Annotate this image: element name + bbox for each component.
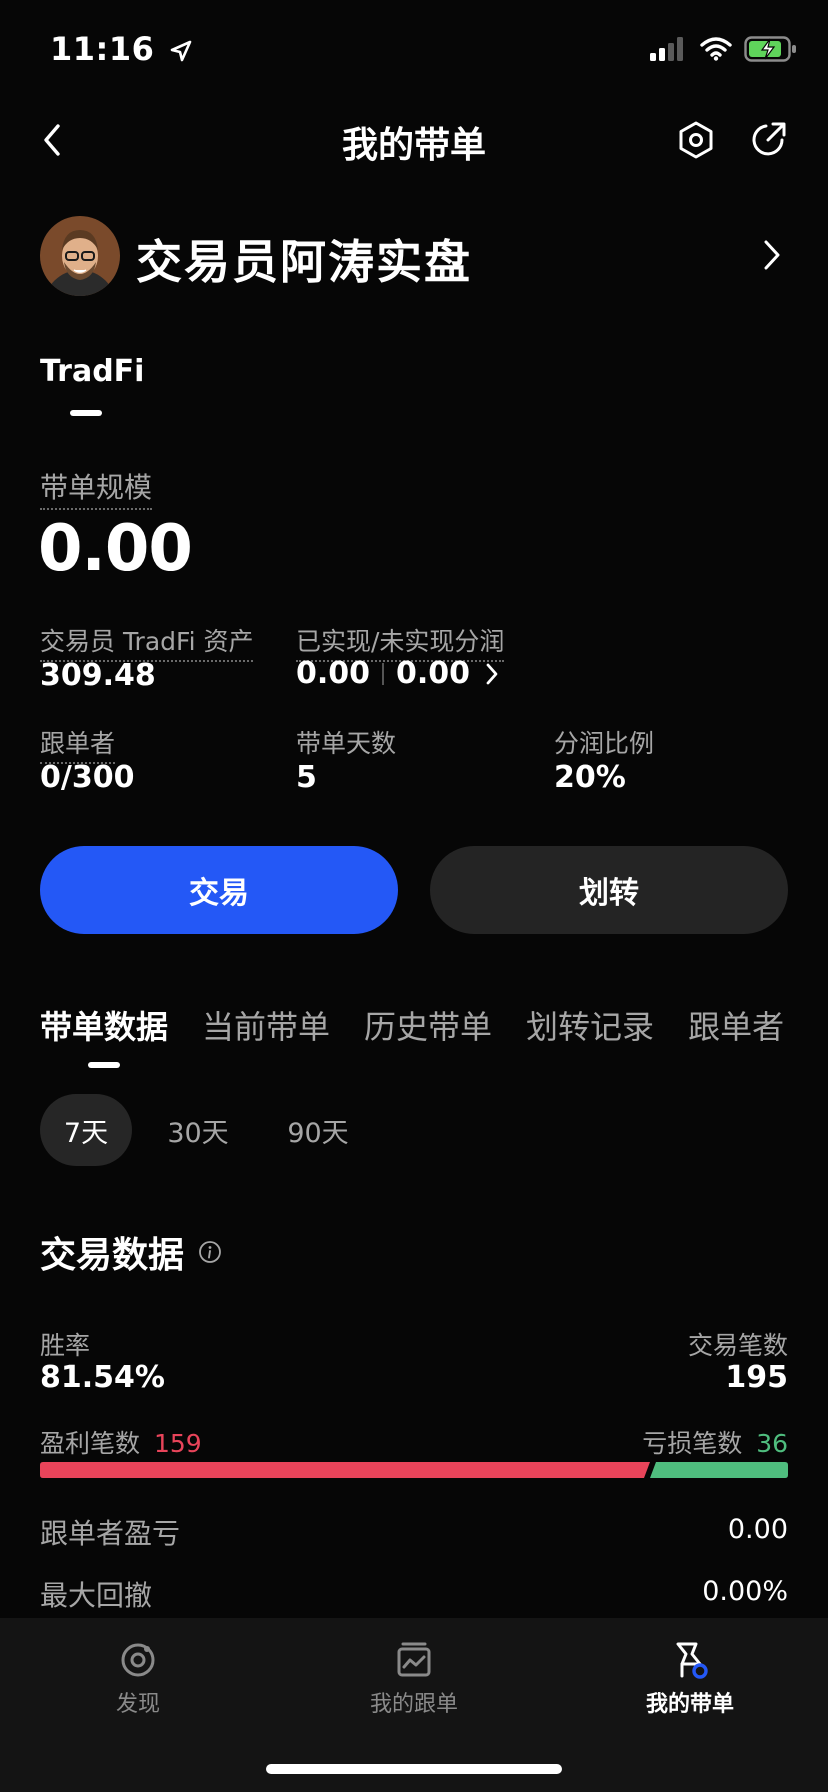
period-7d[interactable]: 7天 xyxy=(40,1094,132,1166)
trade-data-section-title: 交易数据 xyxy=(40,1226,222,1278)
discover-icon xyxy=(121,1643,155,1677)
battery-charging-icon xyxy=(744,36,796,62)
follower-pnl-label: 跟单者盈亏 xyxy=(40,1517,181,1550)
trade-count-label: 交易笔数 xyxy=(687,1331,788,1360)
cellular-signal-icon xyxy=(650,37,683,61)
tab-current-lead[interactable]: 当前带单 xyxy=(202,1002,330,1048)
tabbar-my-lead-label: 我的带单 xyxy=(645,1692,734,1717)
follower-pnl-value: 0.00 xyxy=(727,1514,788,1545)
share-icon xyxy=(752,122,786,156)
avatar-portrait-icon xyxy=(40,216,120,296)
share-ratio-value: 20% xyxy=(554,760,626,795)
chevron-right-icon xyxy=(764,240,780,270)
trader-assets-value: 309.48 xyxy=(40,658,156,693)
tab-lead-data[interactable]: 带单数据 xyxy=(40,1002,168,1048)
profit-divider xyxy=(382,662,385,685)
tab-followers[interactable]: 跟单者 xyxy=(688,1002,784,1048)
wifi-icon xyxy=(700,37,732,61)
lead-days-label: 带单天数 xyxy=(296,729,397,758)
max-drawdown-value: 0.00% xyxy=(702,1576,788,1607)
loss-trades-value: 36 xyxy=(756,1429,788,1458)
profit-trades-value: 159 xyxy=(153,1429,202,1458)
unrealized-profit-value: 0.00 xyxy=(396,656,471,691)
app-root: 11:16 我的带单 交易员阿涛实盘 TradFi 带单规模 0.00 交易员 … xyxy=(0,0,828,1792)
scale-label[interactable]: 带单规模 xyxy=(40,466,153,510)
trader-assets-label[interactable]: 交易员 TradFi 资产 xyxy=(40,622,254,662)
trade-button[interactable]: 交易 xyxy=(40,846,398,934)
avatar[interactable] xyxy=(40,216,120,296)
loss-bar-segment xyxy=(650,1462,788,1478)
tab-history-lead[interactable]: 历史带单 xyxy=(364,1002,492,1048)
status-icons xyxy=(650,36,798,62)
loss-trades-label: 亏损笔数 xyxy=(642,1429,743,1458)
period-90d[interactable]: 90天 xyxy=(270,1094,366,1166)
copy-trading-icon xyxy=(397,1642,431,1677)
trader-name[interactable]: 交易员阿涛实盘 xyxy=(136,226,472,292)
chevron-right-icon xyxy=(486,663,498,684)
tab-transfer-records[interactable]: 划转记录 xyxy=(526,1002,654,1048)
win-rate-label: 胜率 xyxy=(40,1331,91,1360)
tabbar-discover-label: 发现 xyxy=(115,1692,160,1717)
followers-label[interactable]: 跟单者 xyxy=(40,724,116,764)
transfer-button[interactable]: 划转 xyxy=(430,846,788,934)
followers-value: 0/300 xyxy=(40,760,135,795)
tabbar-my-copy-label: 我的跟单 xyxy=(369,1692,458,1717)
max-drawdown-label: 最大回撤 xyxy=(40,1579,153,1612)
info-icon[interactable] xyxy=(198,1240,222,1264)
home-indicator xyxy=(266,1764,562,1774)
realized-profit-value: 0.00 xyxy=(296,656,371,691)
tab-tradfi[interactable]: TradFi xyxy=(40,354,144,389)
win-loss-ratio-bar xyxy=(40,1462,788,1478)
location-arrow-icon xyxy=(170,40,192,62)
profit-bar-segment xyxy=(40,1462,650,1478)
trade-data-title: 交易数据 xyxy=(40,1235,185,1276)
profit-share-values[interactable]: 0.00 0.00 xyxy=(296,656,502,691)
settings-hexagon-icon xyxy=(679,121,713,159)
share-ratio-label: 分润比例 xyxy=(554,729,655,758)
lead-days-value: 5 xyxy=(296,760,317,795)
share-button[interactable] xyxy=(746,118,790,162)
scale-value: 0.00 xyxy=(38,512,193,586)
tabbar-my-lead[interactable]: 我的带单 xyxy=(610,1640,770,1718)
status-time: 11:16 xyxy=(50,30,192,68)
period-30d[interactable]: 30天 xyxy=(150,1094,246,1166)
active-tab-indicator xyxy=(88,1062,120,1068)
settings-button[interactable] xyxy=(674,118,718,162)
lead-trading-icon xyxy=(676,1642,708,1679)
data-tabs: 带单数据 当前带单 历史带单 划转记录 跟单者 xyxy=(40,1002,784,1048)
trade-count-value: 195 xyxy=(725,1360,788,1395)
tab-tradfi-indicator xyxy=(70,410,102,416)
tabbar-my-copy[interactable]: 我的跟单 xyxy=(334,1640,494,1718)
win-rate-value: 81.54% xyxy=(40,1360,165,1395)
loss-trades: 亏损笔数 36 xyxy=(642,1424,788,1460)
profit-trades: 盈利笔数 159 xyxy=(40,1424,202,1460)
profile-detail-button[interactable] xyxy=(760,238,784,272)
tabbar-discover[interactable]: 发现 xyxy=(58,1640,218,1718)
profit-trades-label: 盈利笔数 xyxy=(40,1429,141,1458)
